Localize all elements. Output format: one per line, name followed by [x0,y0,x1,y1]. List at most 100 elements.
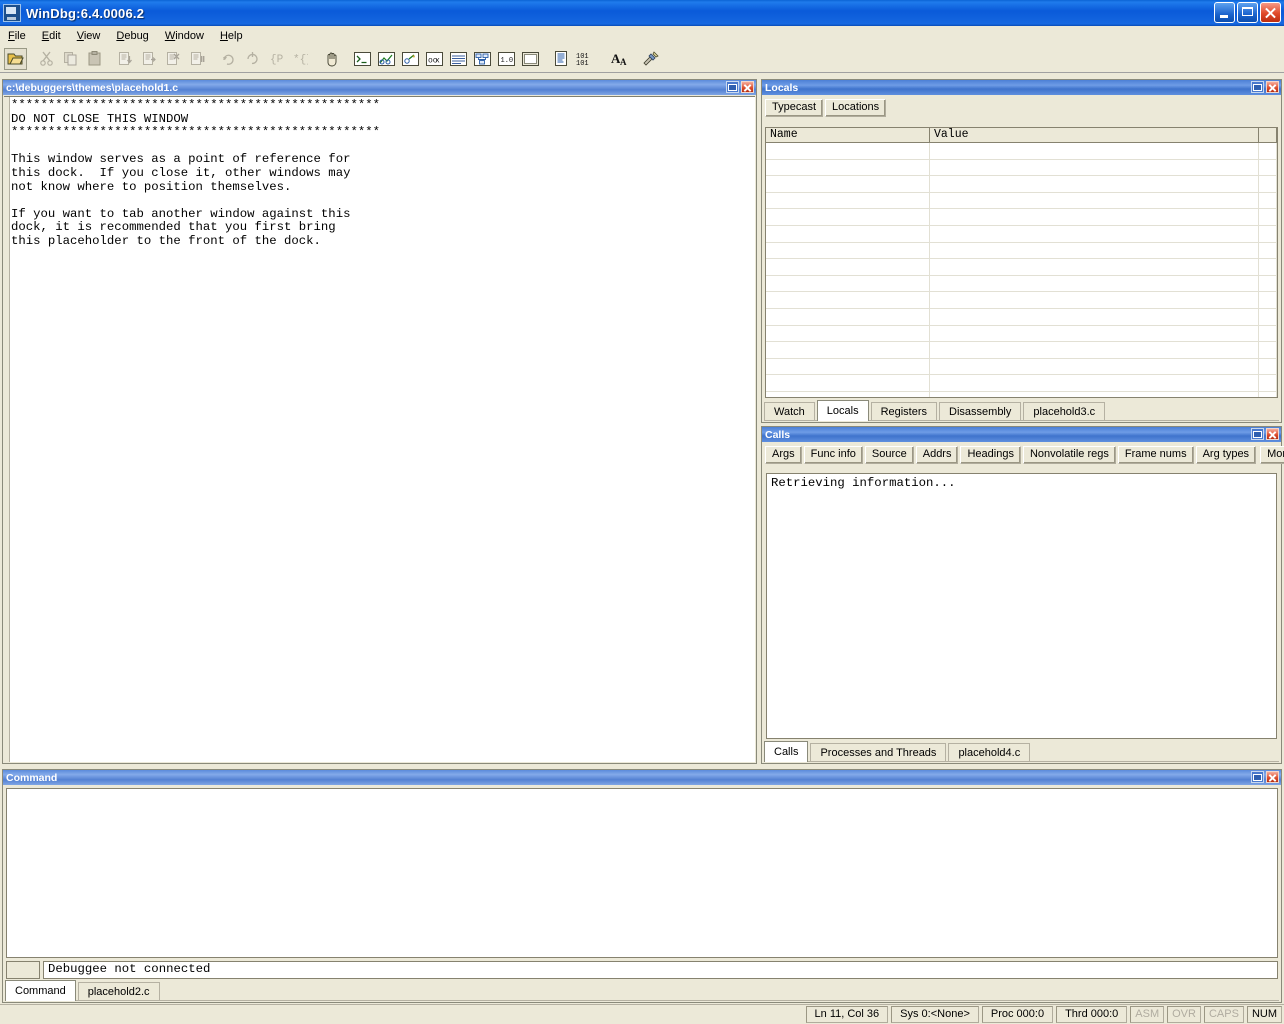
cell-name [766,143,930,159]
menu-debug[interactable]: Debug [108,28,156,44]
source-dock-icon[interactable] [726,81,739,93]
locals-column-value[interactable]: Value [930,128,1259,142]
cell-name [766,259,930,275]
tab-command[interactable]: Command [5,980,76,1001]
table-row[interactable] [766,392,1277,398]
command-close-icon[interactable] [1266,771,1279,783]
options-icon[interactable] [639,48,662,70]
command-window-icon[interactable] [351,48,374,70]
tab-placehold3[interactable]: placehold3.c [1023,402,1105,421]
assembly-mode-icon[interactable]: 101 101 [574,48,600,70]
break-hand-icon[interactable] [320,48,343,70]
source-close-icon[interactable] [741,81,754,93]
table-row[interactable] [766,193,1277,210]
source-mode-icon[interactable] [550,48,573,70]
cell-value [930,193,1259,209]
table-row[interactable] [766,292,1277,309]
nonvolatile-regs-button[interactable]: Nonvolatile regs [1023,446,1116,464]
table-row[interactable] [766,309,1277,326]
source-button[interactable]: Source [865,446,914,464]
registers-window-icon[interactable]: oo x [423,48,446,70]
detach-icon[interactable]: *{} [289,48,312,70]
table-row[interactable] [766,359,1277,376]
watch-window-icon[interactable] [375,48,398,70]
command-input[interactable]: Debuggee not connected [43,961,1278,979]
copy-icon[interactable] [59,48,82,70]
step-into-icon[interactable] [114,48,137,70]
calls-window-icon[interactable] [471,48,494,70]
open-file-icon[interactable] [4,48,27,70]
locals-grid-header: Name Value [766,128,1277,143]
locals-grid[interactable]: Name Value [765,127,1278,398]
tab-disassembly[interactable]: Disassembly [939,402,1021,421]
tab-locals[interactable]: Locals [817,400,869,421]
status-line-col: Ln 11, Col 36 [806,1006,889,1023]
menu-edit[interactable]: Edit [34,28,69,44]
locals-window-icon[interactable] [399,48,422,70]
locals-column-name[interactable]: Name [766,128,930,142]
cell-name [766,292,930,308]
source-code-area[interactable]: ****************************************… [4,96,755,762]
more-button[interactable]: More [1260,446,1284,464]
menu-help[interactable]: Help [212,28,251,44]
memory-window-icon[interactable] [447,48,470,70]
cell-value [930,392,1259,398]
locals-close-icon[interactable] [1266,81,1279,93]
args-button[interactable]: Args [765,446,802,464]
maximize-restore-button[interactable] [1237,2,1258,23]
tab-watch[interactable]: Watch [764,402,815,421]
tab-calls[interactable]: Calls [764,741,808,762]
table-row[interactable] [766,243,1277,260]
table-row[interactable] [766,226,1277,243]
table-row[interactable] [766,276,1277,293]
calls-close-icon[interactable] [1266,428,1279,440]
cell-name [766,375,930,391]
menu-view[interactable]: View [69,28,109,44]
scratch-pad-icon[interactable] [519,48,542,70]
paste-icon[interactable] [83,48,106,70]
addrs-button[interactable]: Addrs [916,446,959,464]
frame-nums-button[interactable]: Frame nums [1118,446,1194,464]
step-over-icon[interactable] [138,48,161,70]
command-dock-icon[interactable] [1251,771,1264,783]
locals-dock-icon[interactable] [1251,81,1264,93]
run-to-cursor-icon[interactable] [162,48,185,70]
cell-value [930,226,1259,242]
menu-file[interactable]: File [0,28,34,44]
calls-dock-icon[interactable] [1251,428,1264,440]
table-row[interactable] [766,342,1277,359]
step-out-icon[interactable] [186,48,209,70]
restart-icon[interactable] [217,48,240,70]
cell-spare [1259,342,1277,358]
table-row[interactable] [766,375,1277,392]
headings-button[interactable]: Headings [960,446,1020,464]
table-row[interactable] [766,176,1277,193]
command-output-area[interactable] [6,788,1278,958]
menu-window[interactable]: Window [157,28,212,44]
table-row[interactable] [766,143,1277,160]
tab-placehold2[interactable]: placehold2.c [78,982,160,1001]
break-icon[interactable] [241,48,264,70]
table-row[interactable] [766,259,1277,276]
stop-debugging-icon[interactable]: {P} [265,48,288,70]
tab-registers[interactable]: Registers [871,402,937,421]
cut-icon[interactable] [35,48,58,70]
disassembly-window-icon[interactable]: 1.0 [495,48,518,70]
calls-content-area[interactable]: Retrieving information... [766,473,1277,739]
arg-types-button[interactable]: Arg types [1196,446,1256,464]
func-info-button[interactable]: Func info [804,446,863,464]
locations-button[interactable]: Locations [825,99,886,117]
table-row[interactable] [766,326,1277,343]
status-thrd: Thrd 000:0 [1056,1006,1127,1023]
font-icon[interactable]: A A [608,48,631,70]
close-button[interactable] [1260,2,1281,23]
locals-column-spare[interactable] [1259,128,1277,142]
minimize-button[interactable] [1214,2,1235,23]
status-caps-flag: CAPS [1204,1006,1244,1023]
tab-placehold4[interactable]: placehold4.c [948,743,1030,762]
table-row[interactable] [766,209,1277,226]
tab-processes-and-threads[interactable]: Processes and Threads [810,743,946,762]
typecast-button[interactable]: Typecast [765,99,823,117]
table-row[interactable] [766,160,1277,177]
command-prompt-box[interactable] [6,961,40,979]
